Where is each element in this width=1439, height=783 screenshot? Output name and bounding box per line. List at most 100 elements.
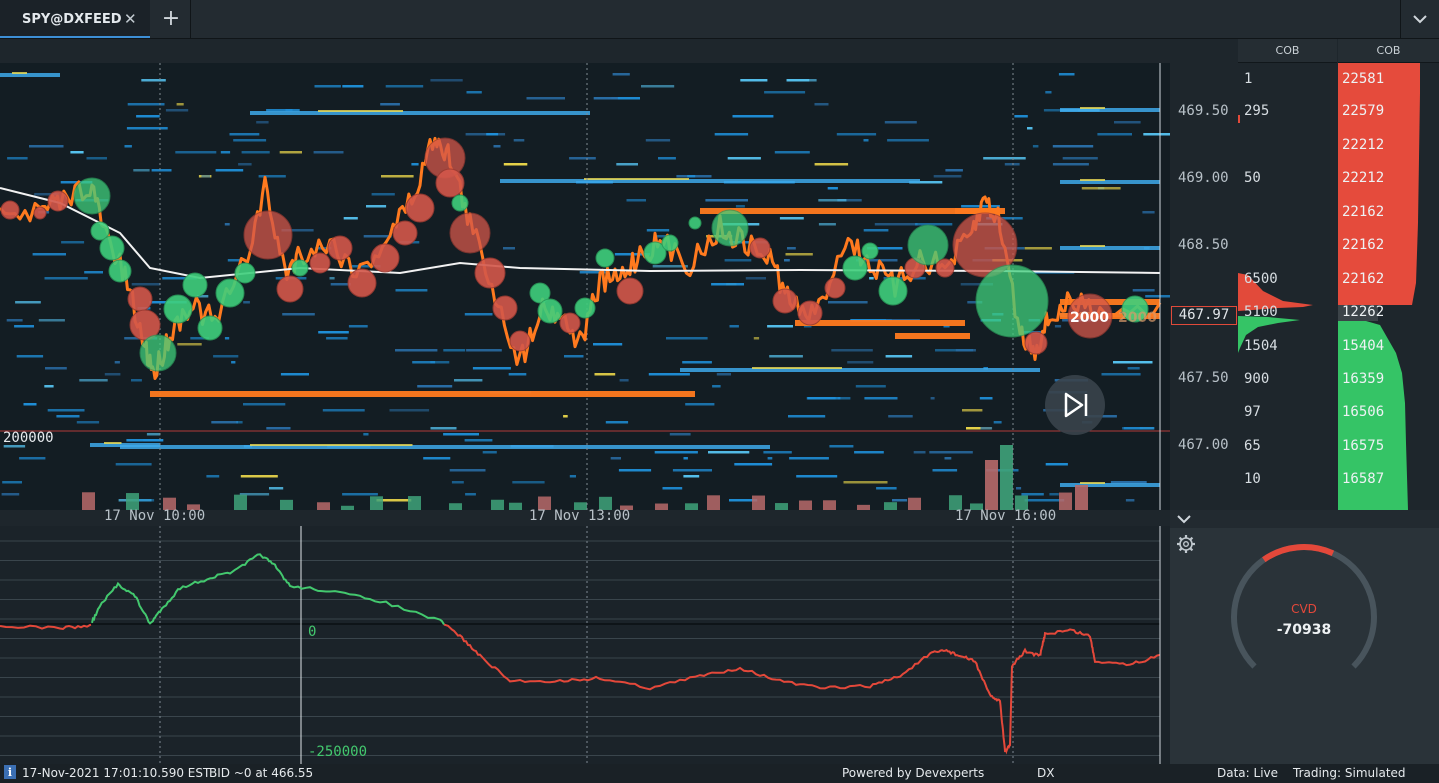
liquidity-streak <box>831 349 873 352</box>
liquidity-streak <box>513 139 525 142</box>
tab-spy-dxfeed[interactable]: SPY@DXFEED ✕ <box>0 0 150 38</box>
status-trading[interactable]: Trading: Simulated <box>1293 766 1406 780</box>
liquidity-streak <box>1032 145 1039 148</box>
liquidity-streak <box>734 463 773 466</box>
liquidity-streak <box>955 349 976 352</box>
cob-size-value: 65 <box>1244 438 1261 454</box>
liquidity-streak <box>779 217 804 220</box>
volume-bar <box>908 497 921 510</box>
liquidity-streak <box>213 355 239 358</box>
status-data[interactable]: Data: Live <box>1217 766 1278 780</box>
buy-bubble <box>975 264 1049 338</box>
liquidity-streak <box>16 355 44 358</box>
liquidity-streak <box>348 325 368 328</box>
status-bar: i 17-Nov-2021 17:01:10.590 EST BID ~0 at… <box>0 764 1439 783</box>
volume-bar <box>317 502 330 510</box>
sell-bubble <box>405 193 435 223</box>
liquidity-streak <box>641 85 675 88</box>
cvd-chart[interactable]: 0 -250000 <box>0 526 1170 764</box>
sell-bubble <box>772 288 798 314</box>
liquidity-streak <box>945 169 963 172</box>
heatmap-chart[interactable]: 200000 2000 2000 <box>0 63 1173 510</box>
liquidity-streak <box>818 223 836 226</box>
order-level <box>150 391 695 397</box>
liquidity-streak <box>672 469 712 472</box>
sell-bubble <box>474 257 506 289</box>
liquidity-streak <box>1021 493 1044 496</box>
liquidity-band <box>1060 108 1160 112</box>
liquidity-band <box>500 179 920 183</box>
volume-bar <box>799 500 812 510</box>
info-icon[interactable]: i <box>4 765 16 782</box>
liquidity-streak <box>466 91 482 94</box>
liquidity-streak <box>449 469 486 472</box>
liquidity-streak <box>280 373 309 376</box>
liquidity-streak <box>732 115 774 118</box>
order-level <box>895 333 970 339</box>
liquidity-streak <box>526 97 565 100</box>
volume-bar <box>752 495 765 510</box>
liquidity-streak <box>131 283 161 286</box>
liquidity-streak <box>645 139 671 142</box>
liquidity-streak <box>569 157 596 160</box>
liquidity-streak <box>70 151 84 154</box>
liquidity-streak <box>380 103 400 106</box>
liquidity-streak <box>769 355 803 358</box>
liquidity-streak <box>836 133 877 136</box>
liquidity-streak <box>685 403 715 406</box>
liquidity-streak <box>503 163 528 166</box>
cob-cum-value: 22162 <box>1342 237 1385 253</box>
sell-bubble <box>797 300 823 326</box>
liquidity-band <box>90 443 160 447</box>
time-label: 17 Nov 10:00 <box>104 508 206 524</box>
liquidity-streak <box>855 385 886 388</box>
time-axis[interactable]: 17 Nov 10:00 17 Nov 13:00 17 Nov 16:00 <box>0 508 1170 526</box>
liquidity-streak <box>1049 493 1059 496</box>
volume-bar <box>1000 445 1013 510</box>
sell-bubble <box>559 312 581 334</box>
price-label: 469.00 <box>1178 170 1229 186</box>
liquidity-streak <box>430 79 463 82</box>
price-axis[interactable]: 469.50 469.00 468.50 467.97 467.50 467.0… <box>1170 39 1238 510</box>
cob-cum-value: 22581 <box>1342 71 1385 87</box>
price-label: 467.00 <box>1178 437 1229 453</box>
liquidity-streak <box>236 421 243 424</box>
liquidity-streak <box>829 445 854 448</box>
skip-forward-button[interactable] <box>1045 375 1105 435</box>
liquidity-streak <box>493 145 501 148</box>
close-icon[interactable]: ✕ <box>124 10 137 28</box>
buy-bubble <box>661 234 679 252</box>
buy-bubble <box>197 315 223 341</box>
liquidity-streak <box>705 199 748 202</box>
liquidity-streak <box>682 361 712 364</box>
liquidity-streak <box>322 409 365 412</box>
liquidity-streak <box>44 277 88 280</box>
liquidity-streak <box>177 343 202 346</box>
skip-forward-button-bg[interactable] <box>1045 375 1105 435</box>
liquidity-streak <box>381 175 414 178</box>
liquidity-streak <box>318 331 349 334</box>
cob-size-value: 50 <box>1244 170 1261 186</box>
cob-size-value: 5100 <box>1244 304 1278 320</box>
liquidity-streak <box>1027 127 1033 130</box>
chevron-down-icon[interactable] <box>1400 0 1439 38</box>
cob-cum-value: 22162 <box>1342 204 1385 220</box>
liquidity-streak <box>1052 145 1094 148</box>
buy-bubble <box>595 248 615 268</box>
sell-bubble <box>33 206 47 220</box>
cob-size-column[interactable]: COB 1 295 50 6500 5100 1504 900 97 65 10 <box>1238 39 1337 510</box>
liquidity-streak <box>363 433 369 436</box>
cob-cumulative-column[interactable]: COB 22581 22579 22212 22212 22162 22162 … <box>1338 39 1439 510</box>
buy-bubble <box>711 209 749 247</box>
cob-size-value: 900 <box>1244 371 1270 387</box>
sell-bubble <box>0 200 20 220</box>
plus-icon[interactable]: + <box>152 0 191 38</box>
gear-icon[interactable] <box>1177 535 1195 553</box>
liquidity-streak <box>785 253 813 256</box>
liquidity-streak <box>932 469 958 472</box>
liquidity-streak <box>220 151 231 154</box>
liquidity-streak <box>146 433 161 436</box>
liquidity-streak <box>1 493 20 496</box>
liquidity-streak <box>874 223 918 226</box>
liquidity-streak <box>395 349 438 352</box>
